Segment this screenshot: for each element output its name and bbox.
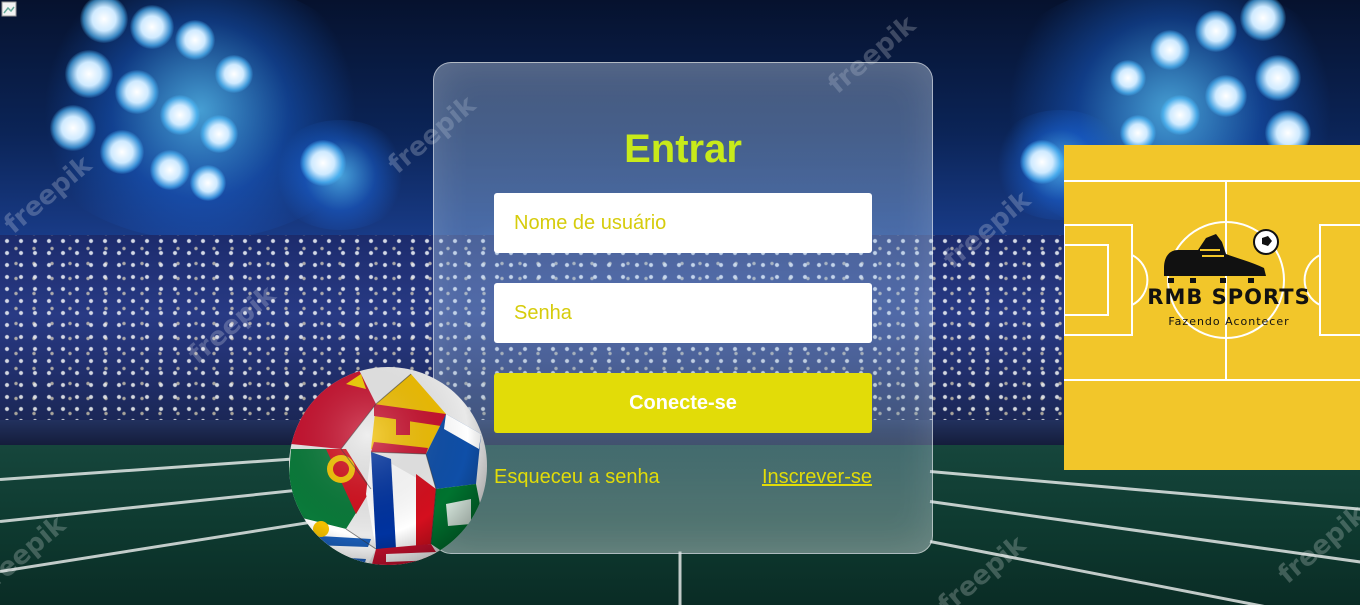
soccer-cleat-icon (1164, 229, 1279, 283)
username-input[interactable] (494, 193, 872, 253)
login-card: Entrar Conecte-se Esqueceu a senha Inscr… (433, 62, 933, 554)
floodlight (1150, 30, 1190, 70)
brand-logo-panel: RMB SPORTS Fazendo Acontecer (1064, 145, 1360, 470)
broken-image-icon (1, 1, 17, 17)
floodlight (1255, 55, 1301, 101)
login-button[interactable]: Conecte-se (494, 373, 872, 433)
floodlight (160, 95, 200, 135)
floodlight (100, 130, 144, 174)
floodlight (1205, 75, 1247, 117)
forgot-password-link[interactable]: Esqueceu a senha (494, 466, 660, 489)
floodlight (215, 55, 253, 93)
brand-slogan: Fazendo Acontecer (1168, 315, 1290, 328)
floodlight (130, 5, 174, 49)
flag-soccer-ball-image (289, 367, 487, 565)
floodlight (65, 50, 113, 98)
floodlight (300, 140, 346, 186)
signup-link[interactable]: Inscrever-se (762, 466, 872, 489)
floodlight (1110, 60, 1146, 96)
floodlight (190, 165, 226, 201)
field-line (678, 551, 682, 605)
floodlight (175, 20, 215, 60)
login-title: Entrar (624, 127, 742, 171)
stadium-background: freepik freepik freepik freepik freepik … (0, 0, 1360, 605)
floodlight (1020, 140, 1064, 184)
floodlight (1160, 95, 1200, 135)
floodlight (150, 150, 190, 190)
floodlight (115, 70, 159, 114)
brand-name: RMB SPORTS (1147, 285, 1311, 309)
password-input[interactable] (494, 283, 872, 343)
floodlight (50, 105, 96, 151)
floodlight (1195, 10, 1237, 52)
floodlight (200, 115, 238, 153)
